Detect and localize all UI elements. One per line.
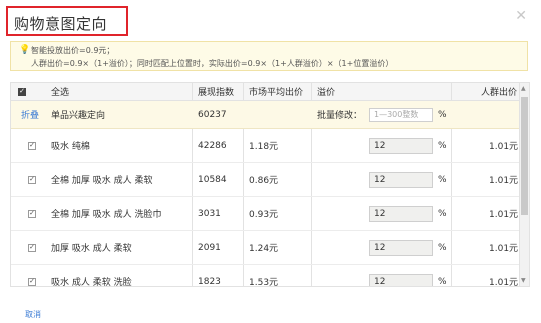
bulk-percent-sign: % bbox=[438, 109, 447, 120]
header-premium: 溢价 bbox=[317, 88, 336, 98]
row-crowd-bid: 1.01元 bbox=[489, 210, 519, 220]
cancel-link[interactable]: 取消 bbox=[25, 309, 41, 320]
row-crowd-bid: 1.01元 bbox=[489, 278, 519, 287]
row-avg-bid: 0.86元 bbox=[249, 176, 279, 186]
close-icon[interactable]: ✕ bbox=[515, 8, 527, 24]
row-premium-input[interactable]: 12 bbox=[369, 239, 433, 256]
header-impressions: 展现指数 bbox=[198, 88, 235, 98]
bulk-row-name: 单品兴趣定向 bbox=[51, 111, 106, 121]
row-checkbox[interactable]: ✓ bbox=[28, 129, 36, 162]
row-impressions: 1823 bbox=[198, 276, 221, 287]
lightbulb-icon: 💡 bbox=[19, 45, 31, 55]
row-impressions: 2091 bbox=[198, 242, 221, 253]
bulk-edit-input[interactable]: 1—300整数 bbox=[369, 107, 433, 122]
row-avg-bid: 1.18元 bbox=[249, 142, 279, 152]
scroll-down-icon[interactable]: ▼ bbox=[521, 277, 526, 284]
table-row: ✓ 全棉 加厚 吸水 成人 洗脸巾 3031 0.93元 12 % 1.01元 bbox=[11, 197, 519, 231]
row-keyword: 加厚 吸水 成人 柔软 bbox=[51, 244, 132, 254]
collapse-link[interactable]: 折叠 bbox=[21, 101, 39, 128]
table-row: ✓ 全棉 加厚 吸水 成人 柔软 10584 0.86元 12 % 1.01元 bbox=[11, 163, 519, 197]
row-percent-sign: % bbox=[438, 242, 447, 253]
row-premium-input-wrap: 12 bbox=[369, 231, 433, 264]
header-avg-bid: 市场平均出价 bbox=[249, 88, 304, 98]
row-impressions: 3031 bbox=[198, 208, 221, 219]
row-checkbox[interactable]: ✓ bbox=[28, 231, 36, 264]
row-premium-input[interactable]: 12 bbox=[369, 137, 433, 154]
row-premium-input-wrap: 12 bbox=[369, 163, 433, 196]
scroll-up-icon[interactable]: ▲ bbox=[521, 85, 526, 92]
row-keyword: 吸水 成人 柔软 洗脸 bbox=[51, 278, 132, 287]
row-avg-bid: 1.24元 bbox=[249, 244, 279, 254]
row-premium-input[interactable]: 12 bbox=[369, 171, 433, 188]
row-crowd-bid: 1.01元 bbox=[489, 244, 519, 254]
header-select-all: 全选 bbox=[51, 88, 70, 98]
select-all-checkbox[interactable]: ✓ bbox=[18, 83, 26, 100]
row-avg-bid: 1.53元 bbox=[249, 278, 279, 287]
table-row: ✓ 吸水 纯棉 42286 1.18元 12 % 1.01元 bbox=[11, 129, 519, 163]
table-scrollbar[interactable]: ▲ ▼ bbox=[520, 82, 530, 287]
hint-box: 💡 智能投放出价=0.9元； 人群出价=0.9×（1+溢价）；同时匹配上位置时，… bbox=[10, 41, 528, 71]
row-percent-sign: % bbox=[438, 208, 447, 219]
table-row: ✓ 吸水 成人 柔软 洗脸 1823 1.53元 12 % 1.01元 bbox=[11, 265, 519, 287]
bulk-edit-label: 批量修改： bbox=[317, 111, 363, 121]
row-premium-input[interactable]: 12 bbox=[369, 273, 433, 286]
dialog-title: 购物意图定向 bbox=[14, 15, 108, 33]
row-premium-input-wrap: 12 bbox=[369, 265, 433, 286]
header-crowd-bid: 人群出价 bbox=[481, 88, 518, 98]
row-percent-sign: % bbox=[438, 140, 447, 151]
row-keyword: 吸水 纯棉 bbox=[51, 142, 90, 152]
row-percent-sign: % bbox=[438, 276, 447, 287]
row-impressions: 42286 bbox=[198, 140, 227, 151]
table-row: ✓ 加厚 吸水 成人 柔软 2091 1.24元 12 % 1.01元 bbox=[11, 231, 519, 265]
row-checkbox[interactable]: ✓ bbox=[28, 163, 36, 196]
bulk-row-impressions: 60237 bbox=[198, 109, 227, 120]
row-crowd-bid: 1.01元 bbox=[489, 176, 519, 186]
row-premium-input[interactable]: 12 bbox=[369, 205, 433, 222]
row-checkbox[interactable]: ✓ bbox=[28, 197, 36, 230]
dialog: 购物意图定向 ✕ 💡 智能投放出价=0.9元； 人群出价=0.9×（1+溢价）；… bbox=[0, 0, 541, 323]
row-checkbox[interactable]: ✓ bbox=[28, 265, 36, 286]
scrollbar-thumb[interactable] bbox=[521, 97, 528, 215]
bulk-edit-input-wrap: 1—300整数 bbox=[369, 101, 433, 128]
row-premium-input-wrap: 12 bbox=[369, 197, 433, 230]
keyword-table: ✓ 全选 展现指数 市场平均出价 溢价 人群出价 折叠 单品兴趣定向 60237… bbox=[10, 82, 520, 287]
row-avg-bid: 0.93元 bbox=[249, 210, 279, 220]
row-keyword: 全棉 加厚 吸水 成人 柔软 bbox=[51, 176, 153, 186]
table-header: ✓ 全选 展现指数 市场平均出价 溢价 人群出价 bbox=[11, 83, 519, 101]
row-premium-input-wrap: 12 bbox=[369, 129, 433, 162]
row-crowd-bid: 1.01元 bbox=[489, 142, 519, 152]
hint-line-2: 人群出价=0.9×（1+溢价）；同时匹配上位置时，实际出价=0.9×（1+人群溢… bbox=[31, 59, 394, 68]
row-impressions: 10584 bbox=[198, 174, 227, 185]
bulk-row: 折叠 单品兴趣定向 60237 批量修改： 1—300整数 % bbox=[11, 101, 519, 129]
row-keyword: 全棉 加厚 吸水 成人 洗脸巾 bbox=[51, 210, 162, 220]
hint-line-1: 智能投放出价=0.9元； bbox=[31, 46, 115, 55]
row-percent-sign: % bbox=[438, 174, 447, 185]
